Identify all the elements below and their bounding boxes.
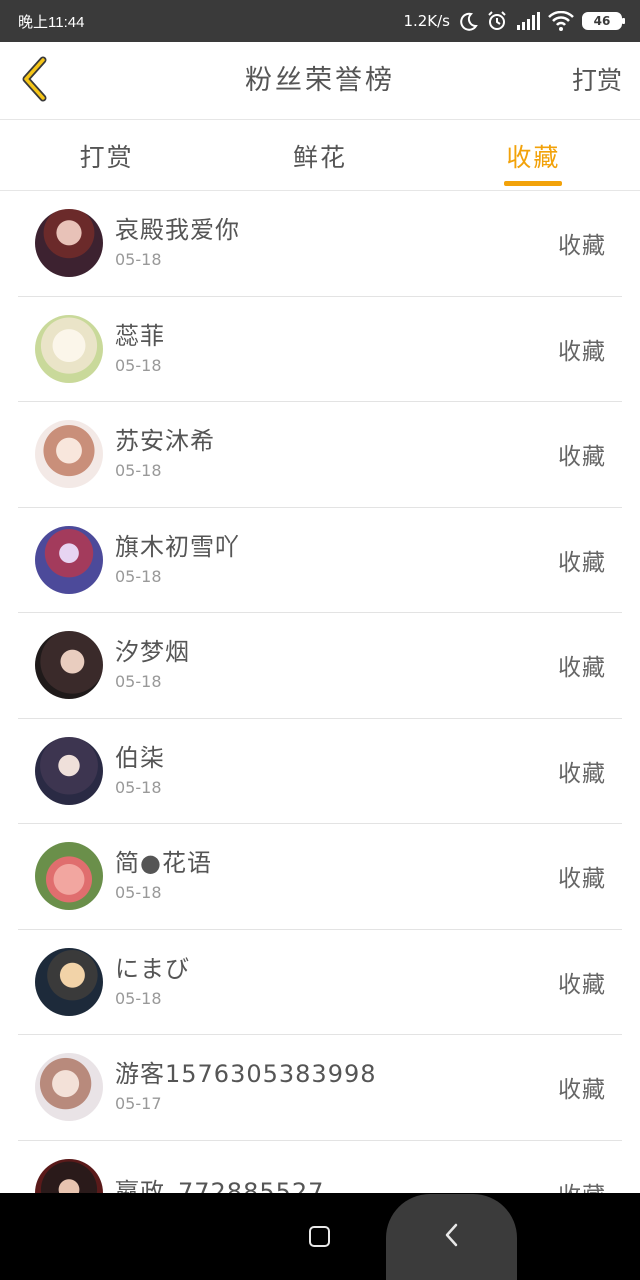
fan-name: 旗木初雪吖 (115, 532, 240, 561)
avatar (35, 525, 103, 594)
tab-favorites[interactable]: 收藏 (427, 121, 640, 190)
fan-date: 05-18 (115, 250, 162, 270)
fan-date: 05-18 (115, 883, 162, 903)
list-item[interactable]: 汐梦烟 05-18 收藏 (18, 613, 622, 719)
home-square-icon[interactable] (309, 1226, 330, 1247)
avatar (35, 314, 103, 383)
favorite-label: 收藏 (558, 233, 606, 260)
fan-name: 游客1576305383998 (115, 1060, 377, 1089)
status-bar: 晚上11:44 1.2K/s 46 (0, 0, 640, 42)
status-icons: 1.2K/s 46 (403, 10, 625, 32)
tab-bar: 打赏 鲜花 收藏 (0, 121, 640, 191)
alarm-icon (486, 10, 508, 32)
fan-date: 05-17 (115, 1094, 162, 1114)
fan-name: 简●花语 (115, 849, 212, 878)
fan-name: 伯柒 (115, 743, 165, 772)
list-item[interactable]: 伯柒 05-18 收藏 (18, 719, 622, 824)
avatar (35, 947, 103, 1016)
status-time: 晚上11:44 (18, 13, 85, 31)
avatar (35, 420, 103, 489)
favorite-label: 收藏 (558, 549, 606, 576)
system-nav-bar (0, 1193, 640, 1280)
fan-date: 05-18 (115, 566, 162, 586)
favorite-label: 收藏 (558, 655, 606, 682)
favorite-label: 收藏 (558, 444, 606, 471)
list-item[interactable]: 哀殿我爱你 05-18 收藏 (18, 191, 622, 297)
favorite-label: 收藏 (558, 866, 606, 893)
fan-date: 05-18 (115, 777, 162, 797)
favorite-label: 收藏 (558, 338, 606, 365)
fan-name: にまび (115, 954, 190, 983)
list-item[interactable]: 蕊菲 05-18 收藏 (18, 297, 622, 402)
avatar (35, 1053, 103, 1122)
tab-reward[interactable]: 打赏 (0, 121, 213, 190)
list-item[interactable]: にまび 05-18 收藏 (18, 930, 622, 1035)
list-item[interactable]: 嬴政_772885527 收藏 (18, 1141, 622, 1193)
favorite-label: 收藏 (558, 1176, 606, 1193)
fan-name: 汐梦烟 (115, 638, 190, 667)
back-chevron-icon (443, 1221, 461, 1253)
fan-name: 嬴政_772885527 (115, 1177, 325, 1193)
tab-flowers[interactable]: 鲜花 (213, 121, 426, 190)
avatar (35, 1158, 103, 1193)
fan-list[interactable]: 哀殿我爱你 05-18 收藏 蕊菲 05-18 收藏 苏安沐希 05-18 收藏 旗木… (0, 191, 640, 1193)
fan-name: 苏安沐希 (115, 427, 215, 456)
signal-icon (516, 12, 540, 30)
list-item[interactable]: 苏安沐希 05-18 收藏 (18, 402, 622, 508)
moon-icon (458, 11, 478, 31)
list-item[interactable]: 旗木初雪吖 05-18 收藏 (18, 508, 622, 613)
fan-name: 蕊菲 (115, 321, 165, 350)
avatar (35, 631, 103, 700)
fan-date: 05-18 (115, 988, 162, 1008)
fan-date: 05-18 (115, 355, 162, 375)
nav-back-button[interactable] (386, 1194, 517, 1280)
favorite-label: 收藏 (558, 1077, 606, 1104)
app-header: 粉丝荣誉榜 打赏 (0, 42, 640, 120)
avatar (35, 209, 103, 278)
wifi-icon (548, 11, 574, 31)
avatar (35, 736, 103, 805)
reward-button[interactable]: 打赏 (572, 42, 622, 120)
list-item[interactable]: 游客1576305383998 05-17 收藏 (18, 1035, 622, 1141)
favorite-label: 收藏 (558, 971, 606, 998)
fan-date: 05-18 (115, 461, 162, 481)
list-item[interactable]: 简●花语 05-18 收藏 (18, 824, 622, 930)
fan-date: 05-18 (115, 672, 162, 692)
avatar (35, 842, 103, 911)
page-title: 粉丝荣誉榜 (245, 65, 395, 96)
favorite-label: 收藏 (558, 760, 606, 787)
battery-icon: 46 (582, 12, 625, 30)
network-speed: 1.2K/s (403, 12, 450, 30)
fan-name: 哀殿我爱你 (115, 216, 240, 245)
